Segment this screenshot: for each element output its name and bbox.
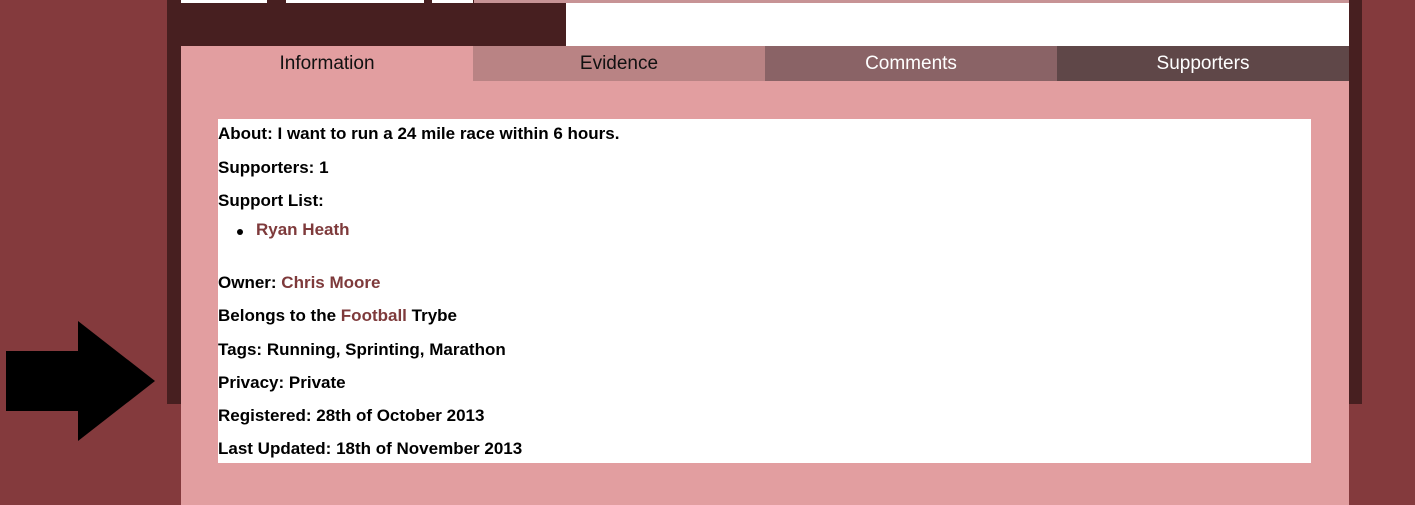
tab-evidence[interactable]: Evidence	[473, 46, 765, 81]
tab-information[interactable]: Information	[181, 46, 473, 81]
tribe-prefix: Belongs to the	[218, 306, 337, 325]
tribe-link[interactable]: Football	[341, 306, 407, 325]
top-thumb-mid	[286, 0, 424, 3]
tags-line: Tags: Running, Sprinting, Marathon	[218, 341, 506, 358]
privacy-value: Private	[288, 373, 346, 392]
supporters-line: Supporters: 1	[218, 159, 329, 176]
supporters-label: Supporters:	[218, 158, 315, 177]
registered-value: 28th of October 2013	[316, 406, 485, 425]
updated-label: Last Updated:	[218, 439, 332, 458]
owner-label: Owner:	[218, 273, 277, 292]
top-thumb-small	[432, 0, 473, 3]
tab-bar: Information Evidence Comments Supporters	[181, 46, 1349, 81]
tab-supporters[interactable]: Supporters	[1057, 46, 1349, 81]
support-list-label: Support List:	[218, 191, 324, 210]
supporters-count: 1	[319, 158, 329, 177]
registered-label: Registered:	[218, 406, 312, 425]
tab-comments[interactable]: Comments	[765, 46, 1057, 81]
top-thumb-left	[181, 0, 267, 3]
updated-value: 18th of November 2013	[336, 439, 523, 458]
owner-link[interactable]: Chris Moore	[281, 273, 380, 292]
supporter-link[interactable]: Ryan Heath	[256, 220, 350, 240]
privacy-line: Privacy: Private	[218, 374, 346, 391]
tribe-line: Belongs to the Football Trybe	[218, 307, 457, 324]
registered-line: Registered: 28th of October 2013	[218, 407, 484, 424]
information-box: About: I want to run a 24 mile race with…	[218, 119, 1311, 463]
right-arrow-icon	[6, 321, 155, 441]
owner-line: Owner: Chris Moore	[218, 274, 380, 291]
header-white-area	[566, 3, 1349, 46]
support-list-label-line: Support List:	[218, 192, 324, 209]
updated-line: Last Updated: 18th of November 2013	[218, 440, 522, 457]
about-text: I want to run a 24 mile race within 6 ho…	[277, 124, 620, 143]
about-line: About: I want to run a 24 mile race with…	[218, 125, 619, 142]
privacy-label: Privacy:	[218, 373, 285, 392]
tags-text: Running, Sprinting, Marathon	[266, 340, 506, 359]
tribe-suffix: Trybe	[411, 306, 457, 325]
tags-label: Tags:	[218, 340, 263, 359]
list-bullet	[237, 229, 243, 235]
about-label: About:	[218, 124, 273, 143]
